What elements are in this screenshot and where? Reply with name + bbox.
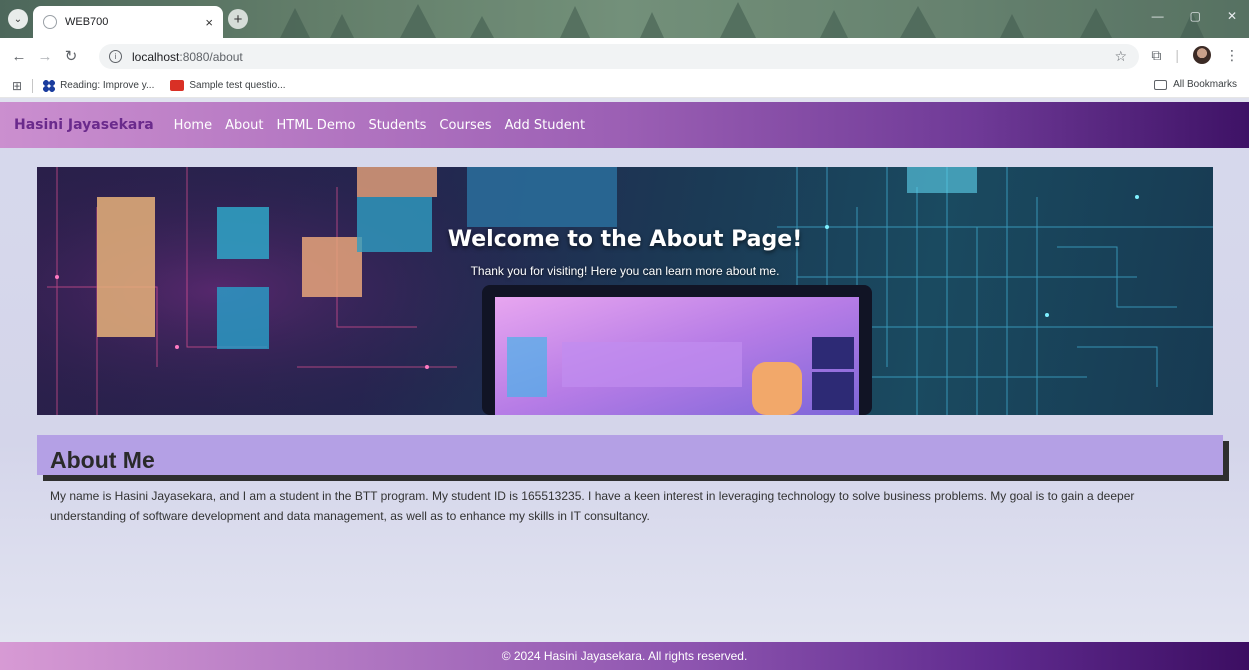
nav-link-courses[interactable]: Courses <box>439 118 491 133</box>
nav-link-add-student[interactable]: Add Student <box>505 118 585 133</box>
close-window-icon[interactable]: ✕ <box>1227 9 1237 23</box>
nav-link-about[interactable]: About <box>225 118 263 133</box>
about-heading-box: About Me <box>37 435 1223 475</box>
forward-arrow-icon[interactable]: → <box>32 48 58 65</box>
minimize-icon[interactable]: — <box>1152 9 1164 23</box>
site-footer: © 2024 Hasini Jayasekara. All rights res… <box>0 642 1249 670</box>
tab-title: WEB700 <box>65 16 109 28</box>
all-bookmarks-label: All Bookmarks <box>1173 79 1237 90</box>
profile-avatar[interactable] <box>1193 46 1211 64</box>
site-navbar: Hasini Jayasekara Home About HTML Demo S… <box>0 102 1249 148</box>
page-content: Hasini Jayasekara Home About HTML Demo S… <box>0 102 1249 670</box>
nav-link-html-demo[interactable]: HTML Demo <box>277 118 356 133</box>
toolbar-divider: | <box>1175 47 1179 63</box>
new-tab-button[interactable]: + <box>228 9 248 29</box>
browser-tab[interactable]: WEB700 × <box>33 6 223 38</box>
url-host: localhost <box>132 49 180 64</box>
reload-icon[interactable]: ↻ <box>58 47 84 65</box>
url-path: :8080/about <box>179 49 243 64</box>
about-heading: About Me <box>50 447 155 473</box>
nav-link-students[interactable]: Students <box>368 118 426 133</box>
folder-icon <box>1154 79 1168 90</box>
site-brand[interactable]: Hasini Jayasekara <box>14 117 154 133</box>
sample-test-bookmark-icon <box>170 80 185 91</box>
footer-copyright: © 2024 Hasini Jayasekara. All rights res… <box>501 649 748 663</box>
maximize-icon[interactable]: ▢ <box>1190 9 1201 23</box>
window-controls: — ▢ ✕ <box>1152 9 1237 23</box>
apps-grid-icon[interactable]: ⊞ <box>12 79 22 93</box>
globe-icon <box>43 15 57 29</box>
bookmark-star-icon[interactable]: ☆ <box>1114 48 1127 65</box>
nav-link-home[interactable]: Home <box>174 118 212 133</box>
bookmark-sample-test[interactable]: Sample test questio... <box>170 80 286 91</box>
toolbar-actions: ⧉ | ⋮ <box>1151 46 1239 64</box>
hero-tech-illustration <box>37 167 1213 415</box>
extensions-icon[interactable]: ⧉ <box>1151 47 1161 64</box>
all-bookmarks-button[interactable]: All Bookmarks <box>1154 79 1237 90</box>
hero-subtitle: Thank you for visiting! Here you can lea… <box>470 264 780 278</box>
bookmarks-divider <box>32 78 34 93</box>
nav-links: Home About HTML Demo Students Courses Ad… <box>174 118 585 133</box>
browser-toolbar: ← → ↻ i localhost:8080/about ☆ ⧉ | ⋮ <box>0 38 1249 74</box>
bookmarks-bar: ⊞ Reading: Improve y... Sample test ques… <box>0 74 1249 98</box>
bookmark-label: Reading: Improve y... <box>60 80 155 91</box>
hero-banner: Welcome to the About Page! Thank you for… <box>37 167 1213 415</box>
site-info-icon[interactable]: i <box>109 50 122 63</box>
close-icon[interactable]: × <box>205 15 213 30</box>
back-arrow-icon[interactable]: ← <box>6 48 32 65</box>
about-paragraph: My name is Hasini Jayasekara, and I am a… <box>50 489 1135 523</box>
reading-bookmark-icon <box>43 79 56 92</box>
browser-tabstrip: ⌄ WEB700 × + — ▢ ✕ <box>0 0 1249 38</box>
more-menu-icon[interactable]: ⋮ <box>1225 47 1239 64</box>
chevron-down-icon: ⌄ <box>13 13 23 25</box>
bookmark-label: Sample test questio... <box>189 80 286 91</box>
tab-search-button[interactable]: ⌄ <box>8 9 28 29</box>
bookmark-reading[interactable]: Reading: Improve y... <box>43 79 155 92</box>
hero-title: Welcome to the About Page! <box>447 227 803 252</box>
address-bar[interactable]: i localhost:8080/about ☆ <box>99 44 1139 69</box>
